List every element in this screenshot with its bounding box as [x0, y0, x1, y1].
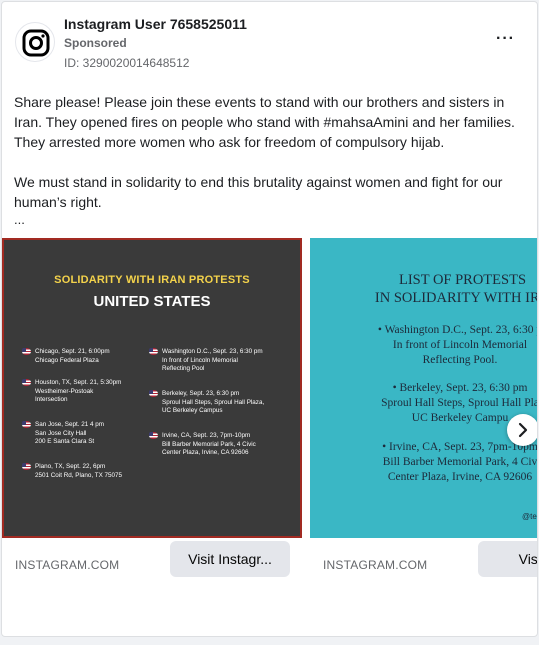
sponsored-label: Sponsored: [64, 36, 127, 50]
us-flag-icon: [22, 463, 31, 470]
event-item: Irvine, CA, Sept. 23, 7pm-10pm Bill Barb…: [149, 432, 256, 458]
chevron-right-icon[interactable]: [507, 414, 537, 446]
event-item: Plano, TX, Sept. 22, 6pm 2501 Coit Rd, P…: [22, 463, 122, 480]
event-item: Houston, TX, Sept. 21, 5:30pm Westheimer…: [22, 379, 121, 405]
link-domain[interactable]: INSTAGRAM.COM: [15, 558, 119, 572]
protest-line: • Irvine, CA, Sept. 23, 7pm-10pm: [382, 441, 538, 453]
protest-line: Center Plaza, Irvine, CA 92606: [387, 471, 533, 483]
more-options-icon[interactable]: ···: [496, 30, 515, 48]
image-subtitle: UNITED STATES: [93, 293, 211, 310]
ad-card: Instagram User 7658525011 Sponsored ID: …: [1, 1, 538, 637]
visit-instagram-button[interactable]: Visit Ins: [478, 541, 537, 577]
author-name[interactable]: Instagram User 7658525011: [64, 16, 247, 32]
visit-instagram-button[interactable]: Visit Instagr...: [170, 541, 290, 577]
image-tag: @tel: [522, 512, 538, 521]
post-text-paragraph-1: Share please! Please join these events t…: [14, 94, 515, 150]
us-flag-icon: [149, 348, 158, 355]
protest-line: • Berkeley, Sept. 23, 6:30 pm: [392, 382, 528, 394]
us-flag-icon: [22, 379, 31, 386]
carousel-card-1[interactable]: SOLIDARITY WITH IRAN PROTESTS UNITED STA…: [2, 238, 302, 636]
ad-id: ID: 3290020014648512: [64, 56, 190, 70]
carousel: SOLIDARITY WITH IRAN PROTESTS UNITED STA…: [2, 238, 538, 636]
carousel-image-2[interactable]: LIST OF PROTESTS IN SOLIDARITY WITH IRA …: [310, 238, 538, 538]
carousel-card-2[interactable]: LIST OF PROTESTS IN SOLIDARITY WITH IRA …: [310, 238, 538, 636]
event-item: Berkeley, Sept. 23, 6:30 pm Sproul Hall …: [149, 390, 264, 416]
protest-line: In front of Lincoln Memorial: [392, 339, 528, 351]
see-more-ellipsis[interactable]: ...: [14, 212, 25, 227]
image-heading: LIST OF PROTESTS: [398, 272, 527, 288]
event-item: Washington D.C., Sept. 23, 6:30 pm In fr…: [149, 348, 263, 374]
event-item: Chicago, Sept. 21, 6:00pm Chicago Federa…: [22, 348, 110, 365]
protest-line: Sproul Hall Steps, Sproul Hall Pla: [381, 397, 538, 409]
protest-line: UC Berkeley Campu: [411, 412, 509, 424]
us-flag-icon: [22, 348, 31, 355]
image-heading: IN SOLIDARITY WITH IRA: [374, 290, 538, 306]
event-item: San Jose, Sept. 21 4 pm San Jose City Ha…: [22, 421, 104, 447]
protest-line: Reflecting Pool.: [422, 354, 498, 366]
link-domain[interactable]: INSTAGRAM.COM: [323, 558, 427, 572]
post-text: Share please! Please join these events t…: [14, 92, 524, 212]
us-flag-icon: [22, 421, 31, 428]
carousel-image-1[interactable]: SOLIDARITY WITH IRAN PROTESTS UNITED STA…: [2, 238, 302, 538]
protest-line: Bill Barber Memorial Park, 4 Civ: [382, 456, 538, 468]
image-title: SOLIDARITY WITH IRAN PROTESTS: [54, 274, 250, 286]
protest-line: • Washington D.C., Sept. 23, 6:30 p: [377, 324, 538, 336]
post-header: Instagram User 7658525011 Sponsored ID: …: [2, 2, 537, 78]
instagram-logo-icon[interactable]: [15, 22, 55, 62]
us-flag-icon: [149, 390, 158, 397]
us-flag-icon: [149, 432, 158, 439]
post-text-paragraph-2: We must stand in solidarity to end this …: [14, 174, 503, 210]
